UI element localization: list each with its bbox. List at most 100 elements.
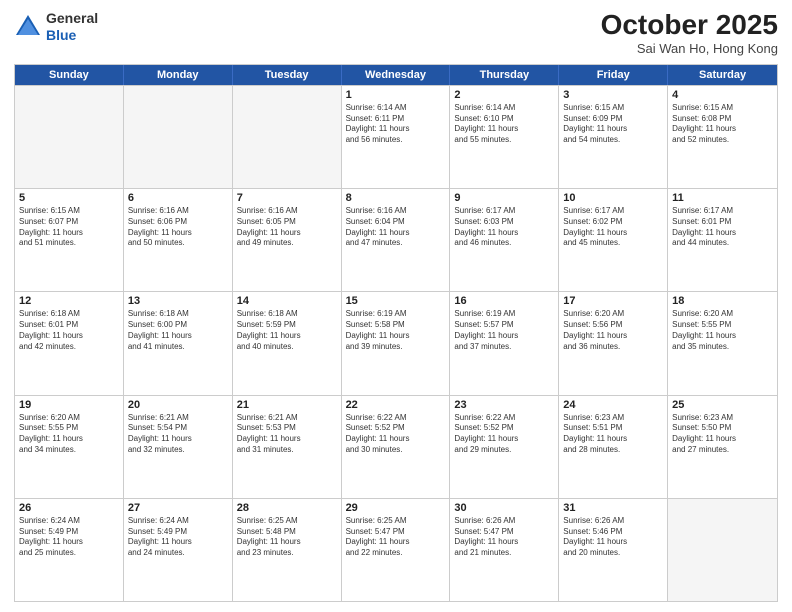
calendar-title: October 2025 bbox=[601, 10, 778, 41]
cal-cell-19: 19Sunrise: 6:20 AM Sunset: 5:55 PM Dayli… bbox=[15, 396, 124, 498]
day-number: 1 bbox=[346, 89, 446, 101]
day-info: Sunrise: 6:18 AM Sunset: 6:00 PM Dayligh… bbox=[128, 309, 228, 352]
header-cell-thursday: Thursday bbox=[450, 65, 559, 85]
cal-cell-21: 21Sunrise: 6:21 AM Sunset: 5:53 PM Dayli… bbox=[233, 396, 342, 498]
day-info: Sunrise: 6:20 AM Sunset: 5:55 PM Dayligh… bbox=[19, 413, 119, 456]
cal-cell-empty-0-2 bbox=[233, 86, 342, 188]
day-info: Sunrise: 6:15 AM Sunset: 6:09 PM Dayligh… bbox=[563, 103, 663, 146]
day-number: 28 bbox=[237, 502, 337, 514]
cal-cell-empty-4-6 bbox=[668, 499, 777, 601]
day-info: Sunrise: 6:25 AM Sunset: 5:48 PM Dayligh… bbox=[237, 516, 337, 559]
header-cell-sunday: Sunday bbox=[15, 65, 124, 85]
day-info: Sunrise: 6:24 AM Sunset: 5:49 PM Dayligh… bbox=[19, 516, 119, 559]
cal-cell-29: 29 Sunrise: 6:25 AM Sunset: 5:47 PM Dayli… bbox=[342, 499, 451, 601]
cal-cell-13: 13 Sunrise: 6:18 AM Sunset: 6:00 PM Dayli… bbox=[124, 292, 233, 394]
day-info: Sunrise: 6:20 AM Sunset: 5:56 PM Dayligh… bbox=[563, 309, 663, 352]
day-info: Sunrise: 6:19 AM Sunset: 5:58 PM Dayligh… bbox=[346, 309, 446, 352]
day-info: Sunrise: 6:22 AM Sunset: 5:52 PM Dayligh… bbox=[454, 413, 554, 456]
day-number: 24 bbox=[563, 399, 663, 411]
day-info: Sunrise: 6:17 AM Sunset: 6:01 PM Dayligh… bbox=[672, 206, 773, 249]
cal-cell-18: 18Sunrise: 6:20 AM Sunset: 5:55 PM Dayli… bbox=[668, 292, 777, 394]
day-number: 20 bbox=[128, 399, 228, 411]
week-row-3: 12 Sunrise: 6:18 AM Sunset: 6:01 PM Dayli… bbox=[15, 291, 777, 394]
cal-cell-24: 24 Sunrise: 6:23 AM Sunset: 5:51 PM Dayli… bbox=[559, 396, 668, 498]
cal-cell-31: 31Sunrise: 6:26 AM Sunset: 5:46 PM Dayli… bbox=[559, 499, 668, 601]
day-info: Sunrise: 6:21 AM Sunset: 5:54 PM Dayligh… bbox=[128, 413, 228, 456]
cal-cell-4: 4 Sunrise: 6:15 AM Sunset: 6:08 PM Daylig… bbox=[668, 86, 777, 188]
week-row-2: 5 Sunrise: 6:15 AM Sunset: 6:07 PM Daylig… bbox=[15, 188, 777, 291]
cal-cell-23: 23 Sunrise: 6:22 AM Sunset: 5:52 PM Dayli… bbox=[450, 396, 559, 498]
day-info: Sunrise: 6:15 AM Sunset: 6:07 PM Dayligh… bbox=[19, 206, 119, 249]
cal-cell-5: 5 Sunrise: 6:15 AM Sunset: 6:07 PM Daylig… bbox=[15, 189, 124, 291]
cal-cell-empty-0-0 bbox=[15, 86, 124, 188]
day-number: 18 bbox=[672, 295, 773, 307]
cal-cell-17: 17 Sunrise: 6:20 AM Sunset: 5:56 PM Dayli… bbox=[559, 292, 668, 394]
header-cell-friday: Friday bbox=[559, 65, 668, 85]
day-number: 8 bbox=[346, 192, 446, 204]
calendar: SundayMondayTuesdayWednesdayThursdayFrid… bbox=[14, 64, 778, 602]
cal-cell-6: 6 Sunrise: 6:16 AM Sunset: 6:06 PM Daylig… bbox=[124, 189, 233, 291]
day-info: Sunrise: 6:16 AM Sunset: 6:06 PM Dayligh… bbox=[128, 206, 228, 249]
logo-blue: Blue bbox=[46, 27, 98, 44]
header-cell-monday: Monday bbox=[124, 65, 233, 85]
day-info: Sunrise: 6:14 AM Sunset: 6:10 PM Dayligh… bbox=[454, 103, 554, 146]
day-number: 17 bbox=[563, 295, 663, 307]
cal-cell-22: 22Sunrise: 6:22 AM Sunset: 5:52 PM Dayli… bbox=[342, 396, 451, 498]
day-number: 6 bbox=[128, 192, 228, 204]
day-number: 4 bbox=[672, 89, 773, 101]
day-info: Sunrise: 6:23 AM Sunset: 5:50 PM Dayligh… bbox=[672, 413, 773, 456]
day-info: Sunrise: 6:26 AM Sunset: 5:47 PM Dayligh… bbox=[454, 516, 554, 559]
cal-cell-9: 9 Sunrise: 6:17 AM Sunset: 6:03 PM Daylig… bbox=[450, 189, 559, 291]
day-number: 3 bbox=[563, 89, 663, 101]
day-number: 12 bbox=[19, 295, 119, 307]
day-info: Sunrise: 6:26 AM Sunset: 5:46 PM Dayligh… bbox=[563, 516, 663, 559]
day-number: 9 bbox=[454, 192, 554, 204]
logo: General Blue bbox=[14, 10, 98, 44]
logo-text: General Blue bbox=[46, 10, 98, 44]
day-info: Sunrise: 6:23 AM Sunset: 5:51 PM Dayligh… bbox=[563, 413, 663, 456]
calendar-subtitle: Sai Wan Ho, Hong Kong bbox=[601, 41, 778, 56]
cal-cell-27: 27 Sunrise: 6:24 AM Sunset: 5:49 PM Dayli… bbox=[124, 499, 233, 601]
week-row-5: 26 Sunrise: 6:24 AM Sunset: 5:49 PM Dayli… bbox=[15, 498, 777, 601]
day-number: 2 bbox=[454, 89, 554, 101]
cal-cell-28: 28 Sunrise: 6:25 AM Sunset: 5:48 PM Dayli… bbox=[233, 499, 342, 601]
day-info: Sunrise: 6:18 AM Sunset: 6:01 PM Dayligh… bbox=[19, 309, 119, 352]
header-cell-saturday: Saturday bbox=[668, 65, 777, 85]
logo-general: General bbox=[46, 10, 98, 27]
cal-cell-25: 25Sunrise: 6:23 AM Sunset: 5:50 PM Dayli… bbox=[668, 396, 777, 498]
cal-cell-3: 3 Sunrise: 6:15 AM Sunset: 6:09 PM Daylig… bbox=[559, 86, 668, 188]
day-number: 5 bbox=[19, 192, 119, 204]
header-cell-tuesday: Tuesday bbox=[233, 65, 342, 85]
day-number: 15 bbox=[346, 295, 446, 307]
header-cell-wednesday: Wednesday bbox=[342, 65, 451, 85]
day-info: Sunrise: 6:24 AM Sunset: 5:49 PM Dayligh… bbox=[128, 516, 228, 559]
day-number: 29 bbox=[346, 502, 446, 514]
day-number: 21 bbox=[237, 399, 337, 411]
day-number: 27 bbox=[128, 502, 228, 514]
cal-cell-10: 10 Sunrise: 6:17 AM Sunset: 6:02 PM Dayli… bbox=[559, 189, 668, 291]
day-number: 26 bbox=[19, 502, 119, 514]
day-info: Sunrise: 6:17 AM Sunset: 6:02 PM Dayligh… bbox=[563, 206, 663, 249]
day-number: 10 bbox=[563, 192, 663, 204]
cal-cell-8: 8Sunrise: 6:16 AM Sunset: 6:04 PM Daylig… bbox=[342, 189, 451, 291]
header: General Blue October 2025 Sai Wan Ho, Ho… bbox=[14, 10, 778, 56]
day-number: 14 bbox=[237, 295, 337, 307]
day-info: Sunrise: 6:16 AM Sunset: 6:05 PM Dayligh… bbox=[237, 206, 337, 249]
cal-cell-20: 20 Sunrise: 6:21 AM Sunset: 5:54 PM Dayli… bbox=[124, 396, 233, 498]
cal-cell-15: 15 Sunrise: 6:19 AM Sunset: 5:58 PM Dayli… bbox=[342, 292, 451, 394]
cal-cell-12: 12 Sunrise: 6:18 AM Sunset: 6:01 PM Dayli… bbox=[15, 292, 124, 394]
page: General Blue October 2025 Sai Wan Ho, Ho… bbox=[0, 0, 792, 612]
day-number: 11 bbox=[672, 192, 773, 204]
day-info: Sunrise: 6:17 AM Sunset: 6:03 PM Dayligh… bbox=[454, 206, 554, 249]
cal-cell-empty-0-1 bbox=[124, 86, 233, 188]
title-block: October 2025 Sai Wan Ho, Hong Kong bbox=[601, 10, 778, 56]
day-info: Sunrise: 6:14 AM Sunset: 6:11 PM Dayligh… bbox=[346, 103, 446, 146]
cal-cell-30: 30Sunrise: 6:26 AM Sunset: 5:47 PM Dayli… bbox=[450, 499, 559, 601]
cal-cell-7: 7Sunrise: 6:16 AM Sunset: 6:05 PM Daylig… bbox=[233, 189, 342, 291]
day-info: Sunrise: 6:25 AM Sunset: 5:47 PM Dayligh… bbox=[346, 516, 446, 559]
day-number: 23 bbox=[454, 399, 554, 411]
day-info: Sunrise: 6:15 AM Sunset: 6:08 PM Dayligh… bbox=[672, 103, 773, 146]
day-number: 22 bbox=[346, 399, 446, 411]
day-number: 13 bbox=[128, 295, 228, 307]
cal-cell-16: 16Sunrise: 6:19 AM Sunset: 5:57 PM Dayli… bbox=[450, 292, 559, 394]
